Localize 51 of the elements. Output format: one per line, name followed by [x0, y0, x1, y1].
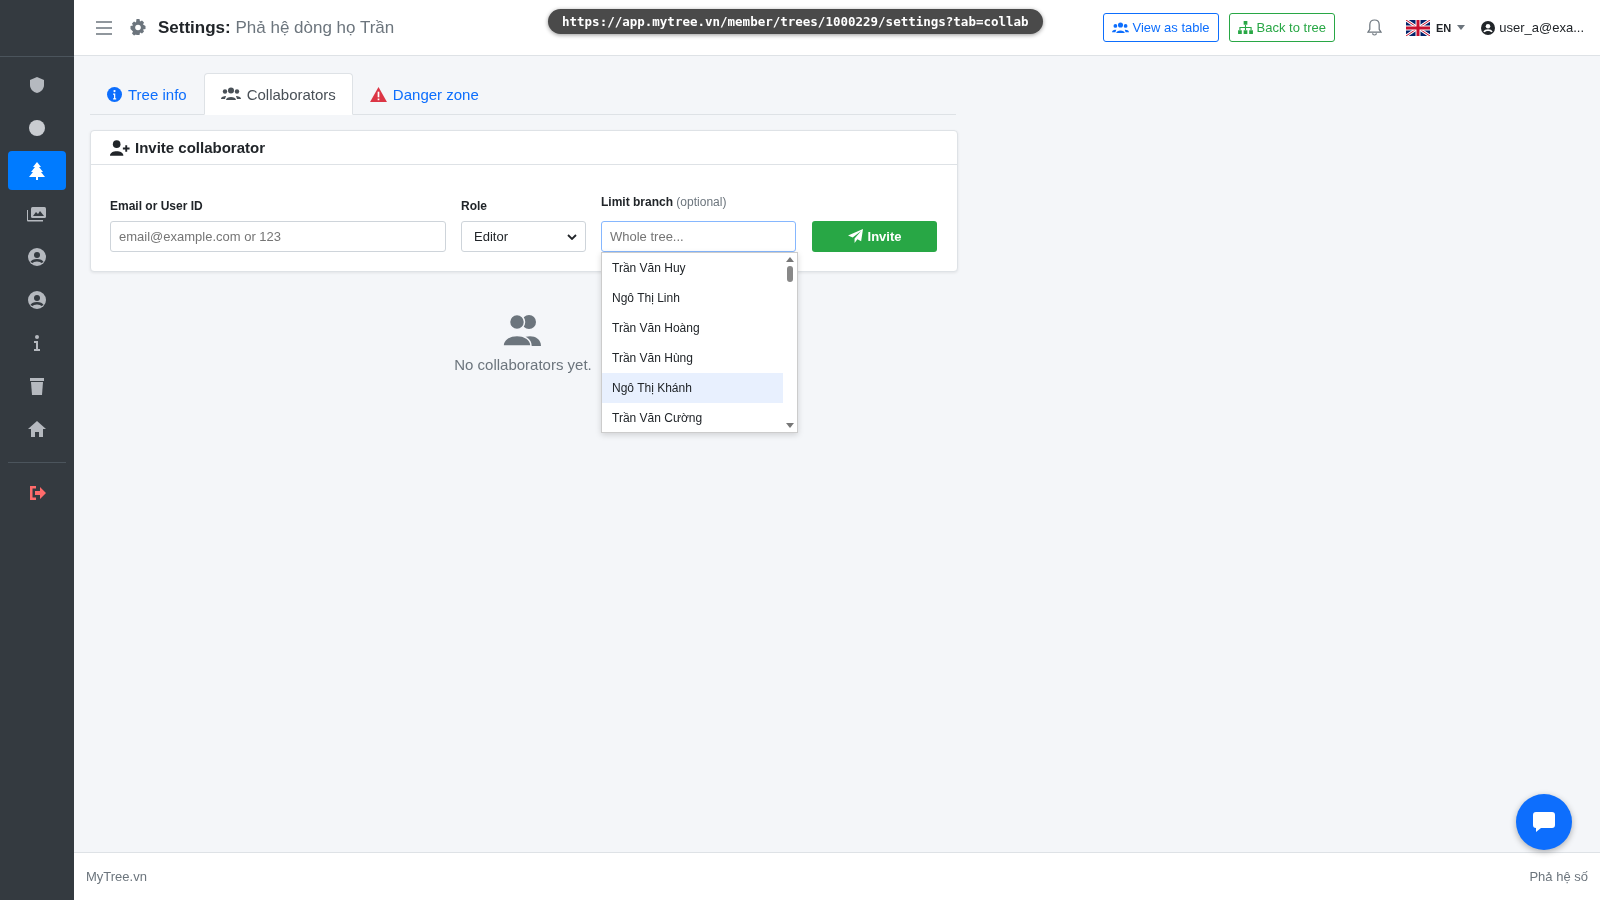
trash-icon	[27, 375, 47, 396]
caret-icon	[1457, 25, 1466, 30]
warning-icon	[369, 86, 387, 102]
footer-text: Phả hệ số	[1529, 869, 1588, 884]
dropdown-option[interactable]: Trần Văn Hoàng	[602, 313, 783, 343]
menu-icon[interactable]	[96, 20, 112, 35]
dropdown-option[interactable]: Trần Văn Hùng	[602, 343, 783, 373]
language-selector[interactable]: EN	[1399, 19, 1472, 36]
home-icon	[27, 418, 47, 439]
tab[interactable]: Tree info	[90, 73, 204, 115]
tree-icon	[27, 160, 47, 181]
branch-field[interactable]: Whole tree...	[601, 221, 796, 252]
scroll-up-icon	[786, 257, 794, 262]
send-icon	[847, 229, 863, 244]
scrollbar-thumb[interactable]	[787, 266, 793, 282]
info-icon	[107, 86, 122, 102]
view-table-button[interactable]: View as table	[1102, 13, 1219, 42]
dropdown-option[interactable]: Ngô Thị Khánh	[602, 373, 783, 403]
page-title: Settings: Phả hệ dòng họ Trần	[158, 17, 395, 38]
user-plus-icon	[110, 139, 131, 156]
sidebar-item[interactable]	[8, 151, 66, 190]
flag-icon	[1405, 19, 1430, 36]
tab[interactable]: Danger zone	[352, 73, 496, 115]
users-icon	[503, 314, 543, 346]
settings-icon	[128, 17, 148, 38]
chevron-down-icon	[567, 233, 577, 240]
empty-message: No collaborators yet.	[454, 356, 592, 373]
user-icon	[27, 289, 47, 310]
dropdown-option[interactable]: Trần Văn Cường	[602, 403, 783, 433]
chat-button[interactable]	[1516, 794, 1572, 850]
url-tooltip: https://app.mytree.vn/member/trees/1000229/settings?tab=collab	[548, 9, 1043, 34]
footer-text: MyTree.vn	[86, 869, 147, 884]
users-icon	[220, 87, 241, 101]
user-menu[interactable]: user_a@exa...	[1481, 20, 1584, 35]
circle-icon	[27, 117, 47, 138]
card-title: Invite collaborator	[135, 139, 266, 156]
field-label: Email or User ID	[110, 199, 204, 213]
user-icon	[1481, 20, 1496, 35]
users-icon	[1111, 21, 1129, 34]
field-label: Limit branch (optional)	[601, 195, 728, 209]
shield-icon	[27, 74, 47, 95]
chat-icon	[1532, 811, 1556, 833]
scroll-down-icon	[786, 423, 794, 428]
dropdown-option[interactable]: Trần Văn Huy	[602, 253, 783, 283]
tab[interactable]: Collaborators	[203, 73, 353, 115]
user-icon	[27, 246, 47, 267]
role-select[interactable]: Editor	[461, 221, 586, 252]
field-label: Role	[461, 199, 488, 213]
sitemap-icon	[1237, 21, 1253, 34]
email-field[interactable]: email@example.com or 123	[110, 221, 446, 252]
dropdown-option[interactable]: Ngô Thị Linh	[602, 283, 783, 313]
